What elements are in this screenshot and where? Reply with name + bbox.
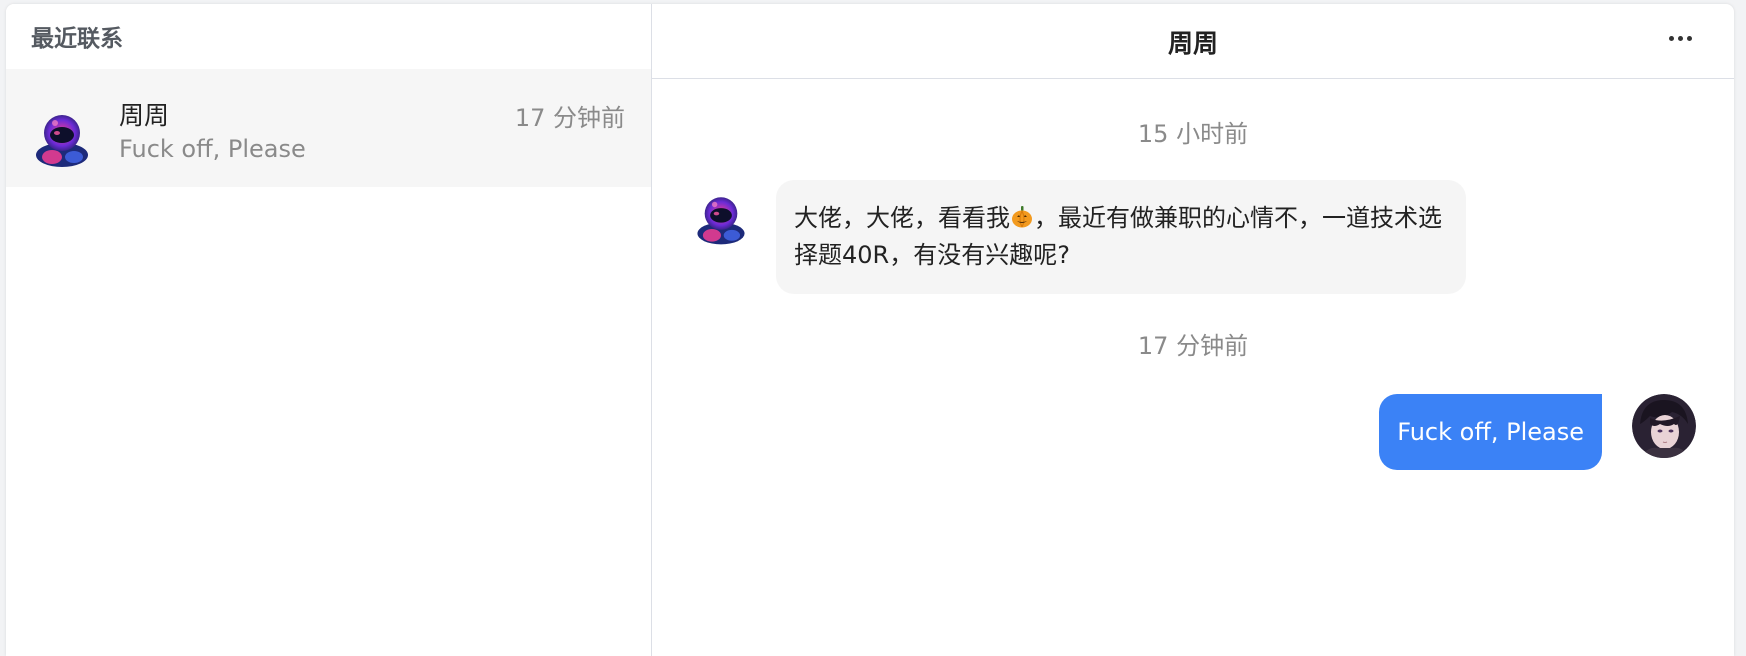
ellipsis-icon[interactable]	[1664, 22, 1696, 54]
contact-item[interactable]: 周周 17 分钟前 Fuck off, Please	[6, 69, 651, 187]
chat-title: 周周	[1167, 29, 1218, 58]
message-bubble-incoming: 大佬，大佬，看看我 ，最近有做兼职的心情不，一道技术选择题40R，有没有兴趣呢?	[776, 180, 1466, 294]
astronaut-avatar[interactable]	[692, 190, 750, 248]
sidebar-title: 最近联系	[31, 26, 123, 52]
chat-app: 最近联系 周周 17 分钟前 Fuck off, Please 周周 15 小时…	[6, 4, 1734, 656]
contacts-sidebar: 最近联系 周周 17 分钟前 Fuck off, Please	[6, 4, 652, 656]
message-text: Fuck off, Please	[1397, 418, 1584, 446]
time-divider: 17 分钟前	[1137, 332, 1249, 360]
chat-header: 周周	[652, 4, 1734, 79]
chat-panel: 周周 15 小时前 大佬，大佬，看看我 ，最近有做兼职的心情不，一道技术选择题4…	[652, 4, 1734, 656]
contact-name: 周周	[119, 101, 170, 130]
message-bubble-outgoing: Fuck off, Please	[1379, 394, 1602, 470]
message-text: 大佬，大佬，看看我	[794, 204, 1010, 232]
astronaut-avatar	[36, 115, 88, 167]
time-divider: 15 小时前	[1137, 120, 1249, 148]
anime-user-avatar[interactable]	[1632, 394, 1696, 458]
contact-time: 17 分钟前	[514, 104, 625, 132]
pumpkin-icon	[1012, 206, 1032, 228]
contact-last-message: Fuck off, Please	[119, 135, 306, 163]
